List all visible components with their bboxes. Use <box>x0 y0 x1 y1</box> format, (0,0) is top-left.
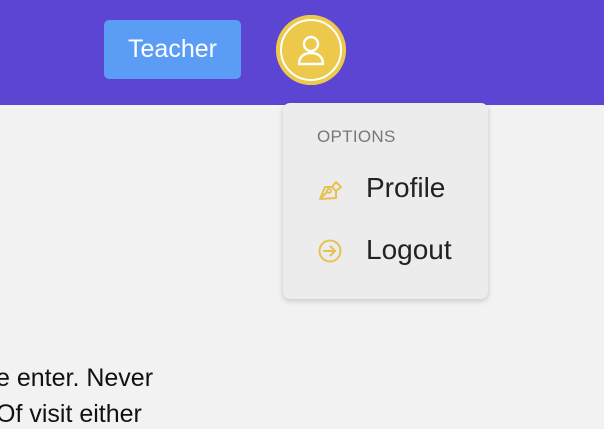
pen-nib-icon <box>319 181 342 200</box>
role-button[interactable]: Teacher <box>104 20 241 79</box>
top-navigation-bar: Teacher <box>0 0 604 105</box>
menu-item-label: Profile <box>366 172 446 203</box>
menu-item-profile[interactable]: Profile <box>283 160 488 216</box>
dropdown-header: OPTIONS <box>317 127 396 146</box>
user-avatar-button[interactable] <box>276 15 346 85</box>
body-text-line: Of visit either <box>0 400 142 428</box>
menu-item-label: Logout <box>366 234 452 265</box>
menu-item-logout[interactable]: Logout <box>283 222 488 278</box>
sign-in-circle-icon <box>318 239 342 263</box>
user-icon <box>297 35 325 66</box>
body-text-line: e enter. Never <box>0 364 154 392</box>
avatar <box>280 19 342 81</box>
user-options-dropdown: OPTIONS Profile Logout <box>283 103 488 299</box>
